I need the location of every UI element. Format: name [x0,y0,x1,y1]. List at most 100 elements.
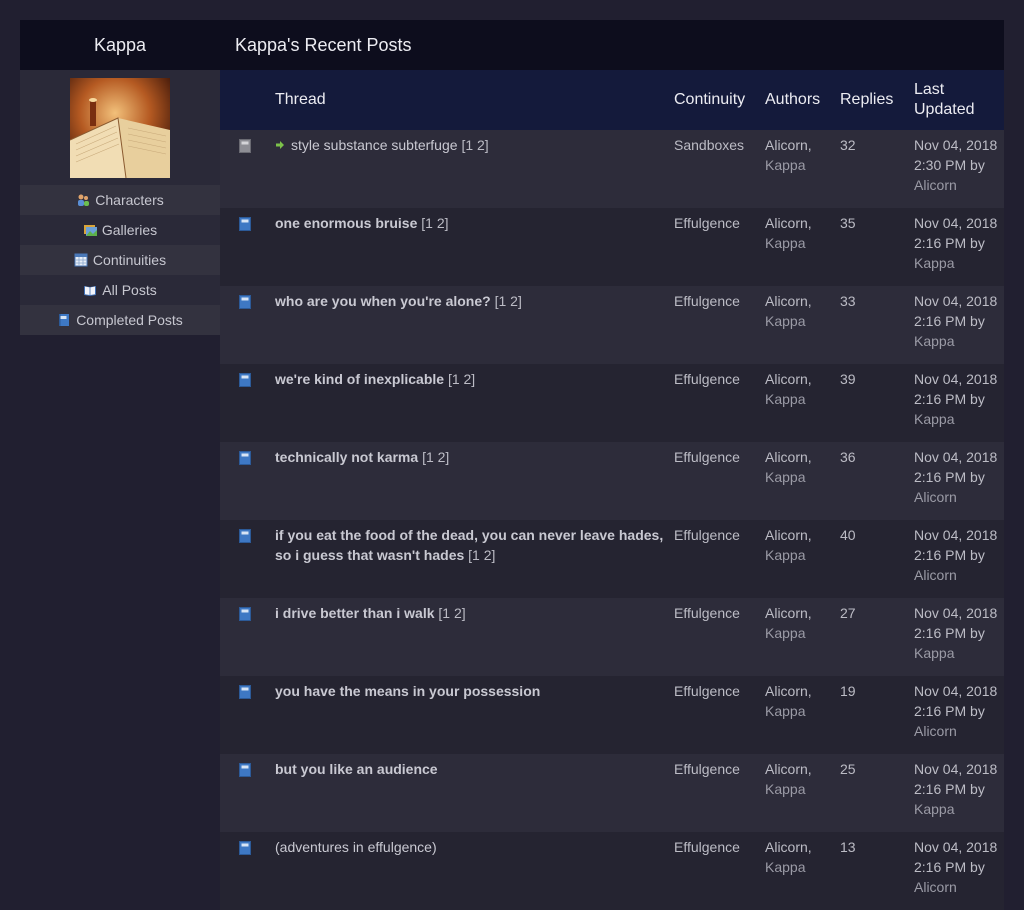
post-status-cell[interactable] [220,364,270,442]
replies-count: 32 [835,130,909,208]
page-links[interactable]: [1 2] [422,449,449,465]
last-updated-author[interactable]: Kappa [914,645,954,661]
continuity-link[interactable]: Effulgence [669,754,760,832]
sidebar-item-continuities[interactable]: Continuities [20,245,220,275]
thread-link[interactable]: one enormous bruise [275,215,417,231]
continuity-link[interactable]: Effulgence [669,676,760,754]
table-row: i drive better than i walk [1 2] Effulgen… [220,598,1004,676]
table-row: we're kind of inexplicable [1 2] Effulgen… [220,364,1004,442]
author-link[interactable]: Alicorn, [765,137,812,153]
last-updated-date: Nov 04, 2018 [914,215,998,231]
thread-link[interactable]: who are you when you're alone? [275,293,491,309]
last-updated-author[interactable]: Alicorn [914,879,957,895]
header-authors[interactable]: Authors [760,70,835,130]
thread-link[interactable]: you have the means in your possession [275,683,540,699]
author-link[interactable]: Alicorn, [765,371,812,387]
continuity-link[interactable]: Effulgence [669,520,760,598]
author-link[interactable]: Kappa [765,157,805,173]
last-updated-author[interactable]: Alicorn [914,567,957,583]
author-link[interactable]: Alicorn, [765,293,812,309]
blue-book-icon [239,217,251,231]
author-link[interactable]: Kappa [765,469,805,485]
last-updated-date: Nov 04, 2018 [914,527,998,543]
continuity-link[interactable]: Effulgence [669,442,760,520]
sidebar-item-completed-posts[interactable]: Completed Posts [20,305,220,335]
last-updated-cell: Nov 04, 2018 2:16 PM by Kappa [909,208,1004,286]
page-links[interactable]: [1 2] [468,547,495,563]
page-links[interactable]: [1 2] [438,605,465,621]
author-link[interactable]: Alicorn, [765,839,812,855]
header-last-updated[interactable]: Last Updated [909,70,1004,130]
authors-cell: Alicorn, Kappa [760,754,835,832]
last-updated-cell: Nov 04, 2018 2:16 PM by Kappa [909,364,1004,442]
continuity-link[interactable]: Effulgence [669,364,760,442]
author-link[interactable]: Alicorn, [765,605,812,621]
author-link[interactable]: Kappa [765,859,805,875]
author-link[interactable]: Kappa [765,547,805,563]
author-link[interactable]: Alicorn, [765,761,812,777]
continuity-link[interactable]: Sandboxes [669,130,760,208]
continuity-link[interactable]: Effulgence [669,832,760,910]
author-link[interactable]: Kappa [765,313,805,329]
author-link[interactable]: Alicorn, [765,527,812,543]
post-status-cell[interactable] [220,208,270,286]
post-status-cell[interactable] [220,442,270,520]
author-link[interactable]: Kappa [765,391,805,407]
table-row: (adventures in effulgence) Effulgence Alic… [220,832,1004,910]
last-updated-author[interactable]: Alicorn [914,489,957,505]
thread-link[interactable]: style substance subterfuge [291,137,458,153]
sidebar-item-galleries[interactable]: Galleries [20,215,220,245]
author-link[interactable]: Kappa [765,625,805,641]
avatar[interactable] [70,77,170,178]
thread-cell: technically not karma [1 2] [270,442,669,520]
last-updated-author[interactable]: Kappa [914,255,954,271]
post-status-cell[interactable] [220,676,270,754]
last-updated-cell: Nov 04, 2018 2:16 PM by Kappa [909,598,1004,676]
header-replies[interactable]: Replies [835,70,909,130]
sidebar-item-all-posts[interactable]: All Posts [20,275,220,305]
sidebar-item-characters[interactable]: Characters [20,185,220,215]
last-updated-author[interactable]: Kappa [914,333,954,349]
thread-link[interactable]: but you like an audience [275,761,438,777]
author-link[interactable]: Kappa [765,781,805,797]
post-status-cell[interactable] [220,598,270,676]
last-updated-author[interactable]: Kappa [914,801,954,817]
authors-cell: Alicorn, Kappa [760,364,835,442]
last-updated-author[interactable]: Alicorn [914,723,957,739]
post-status-cell[interactable] [220,754,270,832]
author-link[interactable]: Alicorn, [765,683,812,699]
last-updated-author[interactable]: Alicorn [914,177,957,193]
page-links[interactable]: [1 2] [421,215,448,231]
page-links[interactable]: [1 2] [495,293,522,309]
author-link[interactable]: Kappa [765,703,805,719]
authors-cell: Alicorn, Kappa [760,832,835,910]
thread-link[interactable]: we're kind of inexplicable [275,371,444,387]
replies-count: 27 [835,598,909,676]
authors-cell: Alicorn, Kappa [760,130,835,208]
continuity-link[interactable]: Effulgence [669,208,760,286]
post-status-cell[interactable] [220,832,270,910]
thread-link[interactable]: i drive better than i walk [275,605,435,621]
page-links[interactable]: [1 2] [448,371,475,387]
main-content: Kappa's Recent Posts Thread Continuity A… [220,20,1004,910]
post-status-cell[interactable] [220,520,270,598]
header-continuity[interactable]: Continuity [669,70,760,130]
thread-link[interactable]: (adventures in effulgence) [275,839,437,855]
author-link[interactable]: Kappa [765,235,805,251]
header-thread[interactable]: Thread [270,70,669,130]
post-status-cell[interactable] [220,130,270,208]
last-updated-cell: Nov 04, 2018 2:30 PM by Alicorn [909,130,1004,208]
last-updated-author[interactable]: Kappa [914,411,954,427]
last-updated-date: Nov 04, 2018 [914,761,998,777]
page-links[interactable]: [1 2] [461,137,488,153]
author-link[interactable]: Alicorn, [765,215,812,231]
blue-book-icon [239,763,251,777]
author-link[interactable]: Alicorn, [765,449,812,465]
continuity-link[interactable]: Effulgence [669,286,760,364]
thread-link[interactable]: technically not karma [275,449,418,465]
last-updated-date: Nov 04, 2018 [914,839,998,855]
unread-arrow-icon[interactable] [275,140,285,150]
post-status-cell[interactable] [220,286,270,364]
continuity-link[interactable]: Effulgence [669,598,760,676]
sidebar-item-label: Galleries [101,222,158,238]
